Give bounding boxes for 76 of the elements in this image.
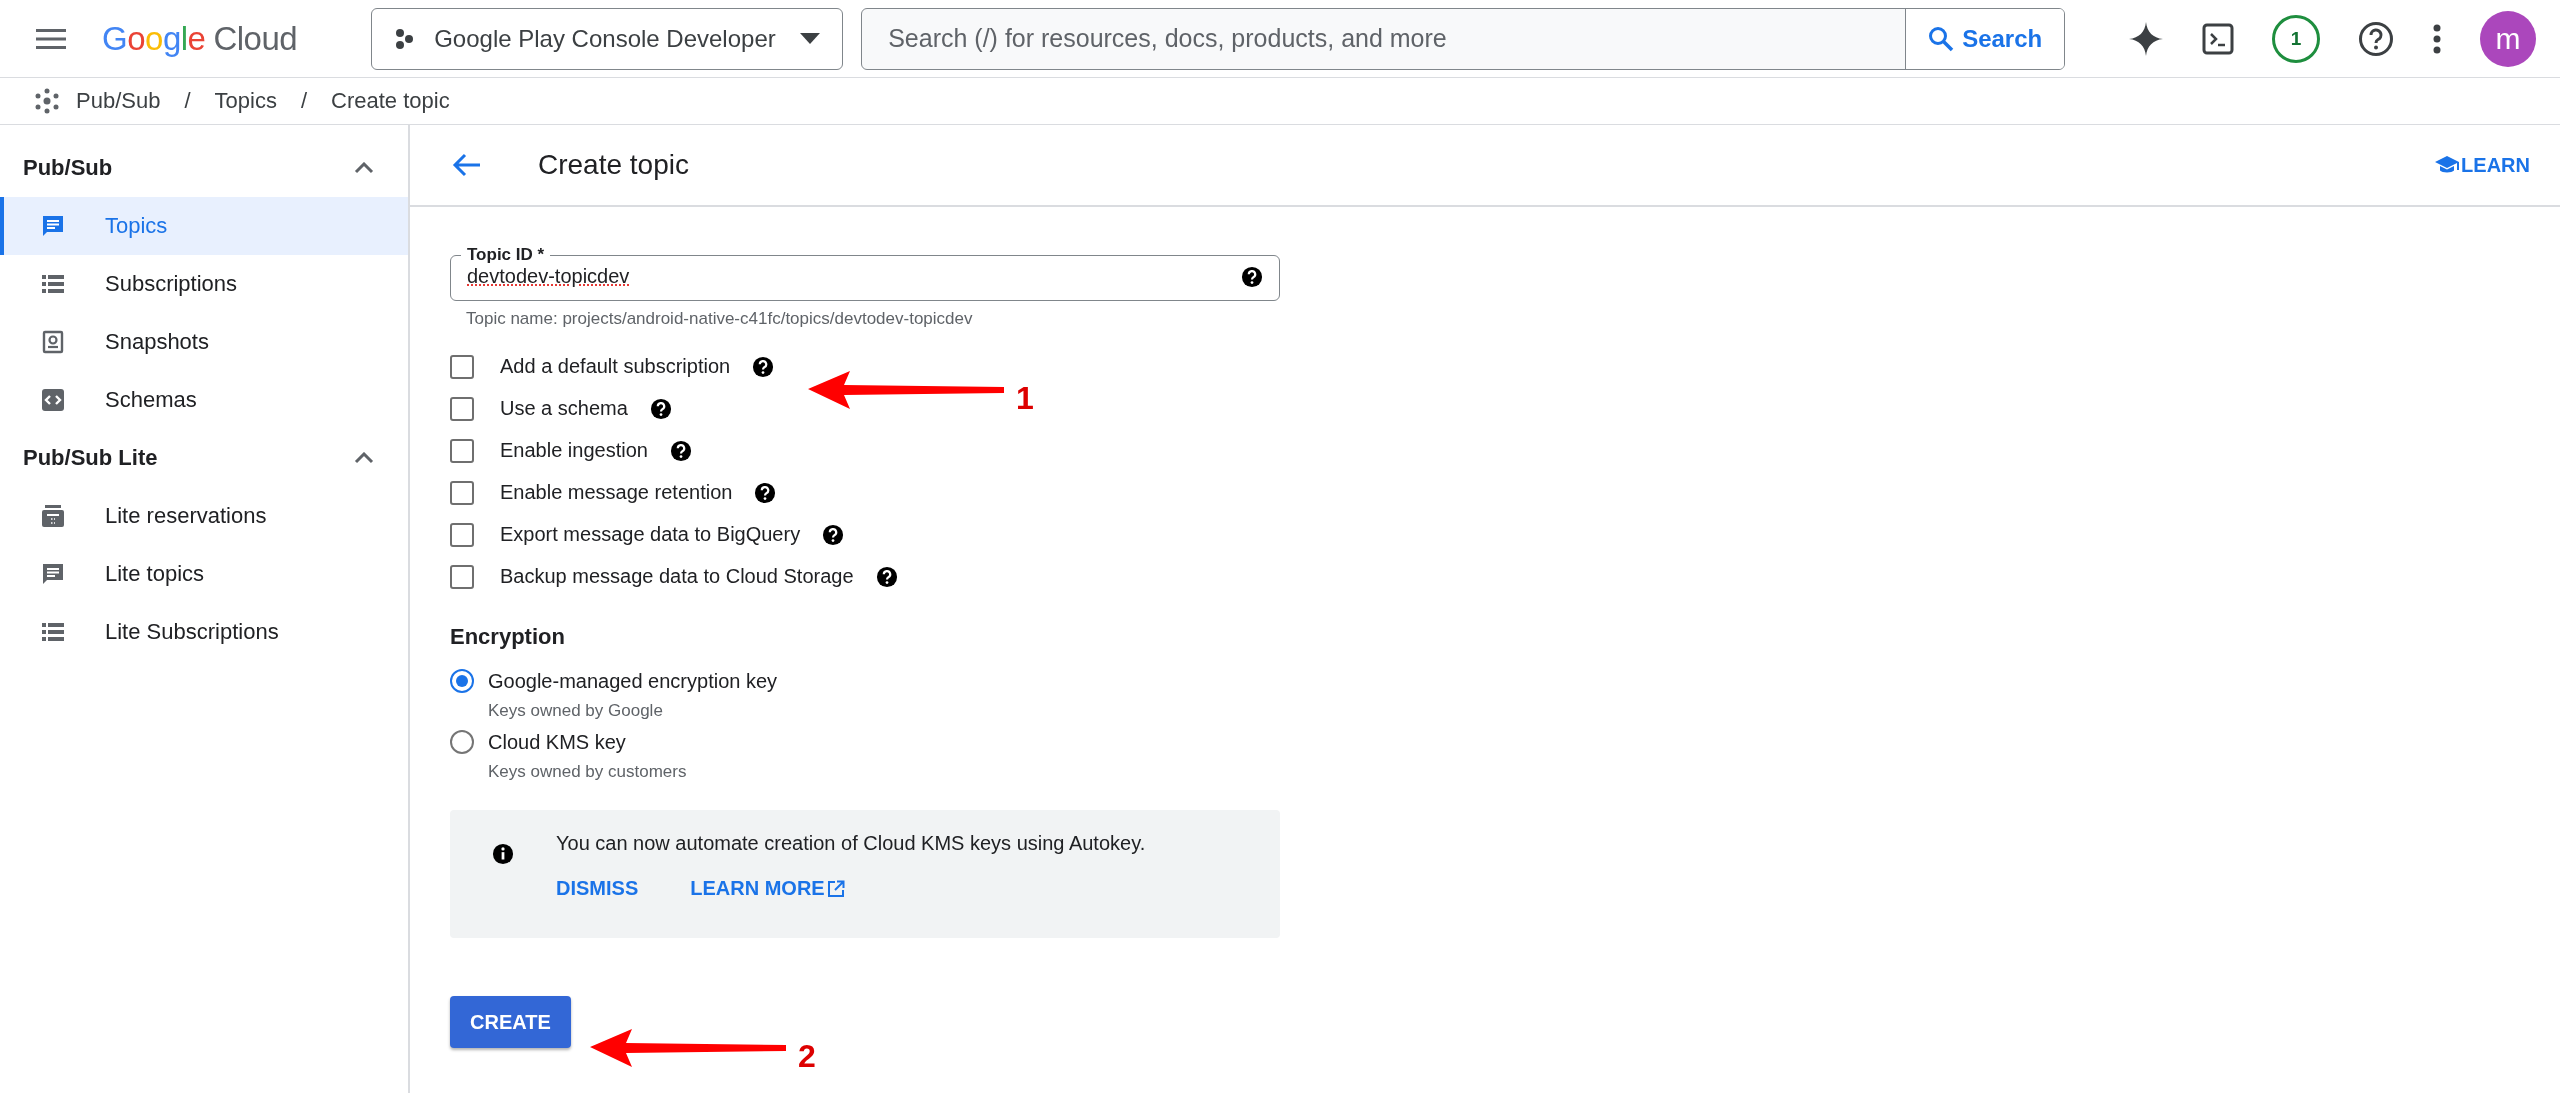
menu-icon[interactable] [36, 27, 66, 50]
notification-count[interactable]: 1 [2272, 14, 2320, 63]
breadcrumb-separator: / [184, 88, 191, 114]
help-icon[interactable] [752, 355, 775, 378]
back-arrow-icon[interactable] [452, 152, 482, 178]
caret-icon [800, 32, 821, 45]
sidebar-section-header[interactable]: Pub/Sub [0, 139, 408, 197]
sidebar-item[interactable]: Schemas [0, 371, 408, 429]
dismiss-link[interactable]: DISMISS [556, 877, 639, 900]
help-icon[interactable] [754, 481, 777, 504]
more-icon[interactable] [2432, 23, 2442, 54]
list-icon [41, 272, 65, 296]
sidebar-item[interactable]: Subscriptions [0, 255, 408, 313]
sidebar-item[interactable]: Topics [0, 197, 408, 255]
list-icon [41, 620, 65, 644]
checkbox-label[interactable]: Enable message retention [500, 481, 733, 504]
sidebar-section-header[interactable]: Pub/Sub Lite [0, 429, 408, 487]
info-icon [492, 843, 514, 865]
help-icon[interactable] [875, 565, 898, 588]
radio-button[interactable] [450, 730, 474, 754]
radio-label[interactable]: Cloud KMS key [488, 731, 687, 754]
google-cloud-logo[interactable]: Google Cloud [102, 19, 298, 58]
sidebar-item[interactable]: Snapshots [0, 313, 408, 371]
topic-name-hint: Topic name: projects/android-native-c41fc/topics/devtodev-topicdev [466, 309, 974, 329]
external-link-icon [826, 879, 845, 898]
project-picker[interactable]: Google Play Console Developer [371, 7, 844, 70]
checkbox-label[interactable]: Use a schema [500, 397, 628, 420]
annotation-number: 1 [1016, 380, 1034, 417]
chevron-icon [354, 162, 374, 174]
message-icon [41, 214, 65, 238]
search-icon [1928, 25, 1955, 52]
pubsub-icon [34, 88, 60, 114]
breadcrumb-separator: / [300, 88, 307, 114]
create-button[interactable]: CREATE [450, 996, 571, 1048]
checkbox[interactable] [450, 396, 474, 421]
terminal-icon[interactable] [2202, 22, 2234, 55]
radio-label[interactable]: Google-managed encryption key [488, 670, 778, 693]
search-field[interactable]: Search (/) for resources, docs, products, and more Search [861, 7, 2066, 70]
graduation-cap-icon [2435, 155, 2460, 175]
search-button[interactable]: Search [1905, 8, 2065, 69]
learn-link[interactable]: LEARN [2435, 153, 2530, 177]
checkbox-label[interactable]: Backup message data to Cloud Storage [500, 565, 854, 588]
checkbox[interactable] [450, 438, 474, 463]
checkbox[interactable] [450, 522, 474, 547]
radio-hint: Keys owned by Google [488, 701, 664, 721]
learn-more-link[interactable]: LEARN MORE [690, 877, 845, 900]
radio-button[interactable] [450, 669, 474, 693]
radio-hint: Keys owned by customers [488, 762, 687, 782]
checkbox-label[interactable]: Add a default subscription [500, 355, 731, 378]
archive-icon [41, 504, 65, 528]
checkbox[interactable] [450, 480, 474, 505]
page-title: Create topic [538, 149, 689, 181]
code-icon [41, 388, 65, 412]
avatar[interactable]: m [2480, 10, 2536, 67]
sidebar-item[interactable]: Lite Subscriptions [0, 603, 408, 661]
snapshot-icon [41, 330, 65, 354]
help-icon[interactable] [2358, 20, 2394, 57]
chevron-icon [354, 452, 374, 464]
help-icon[interactable] [649, 397, 672, 420]
help-icon[interactable] [1241, 265, 1263, 288]
banner-text: You can now automate creation of Cloud KMS keys using Autokey. [556, 832, 1146, 855]
breadcrumb-link[interactable]: Topics [214, 88, 277, 114]
checkbox[interactable] [450, 354, 474, 379]
breadcrumb-link[interactable]: Create topic [331, 88, 450, 114]
checkbox-label[interactable]: Enable ingestion [500, 439, 648, 462]
sidebar-item[interactable]: Lite topics [0, 545, 408, 603]
annotation-number: 2 [798, 1038, 816, 1075]
help-icon[interactable] [822, 523, 845, 546]
message-icon [41, 562, 65, 586]
sidebar-item[interactable]: Lite reservations [0, 487, 408, 545]
topic-id-field[interactable]: Topic ID * devtodev-topicdev [450, 245, 1280, 301]
checkbox-label[interactable]: Export message data to BigQuery [500, 523, 801, 546]
section-heading: Encryption [450, 624, 566, 650]
breadcrumb-link[interactable]: Pub/Sub [76, 88, 161, 114]
checkbox[interactable] [450, 564, 474, 589]
help-icon[interactable] [669, 439, 692, 462]
